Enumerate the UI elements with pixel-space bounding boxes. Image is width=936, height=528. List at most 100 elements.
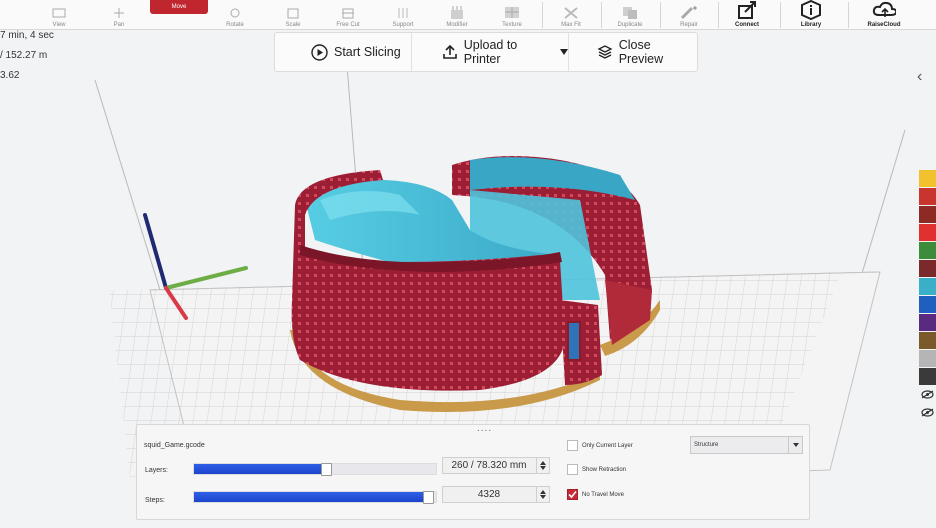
eye-hidden-icon[interactable]	[919, 386, 936, 403]
color-swatch[interactable]	[919, 278, 936, 295]
tool-scale[interactable]: Scale	[264, 0, 322, 30]
collapse-panel-chevron-icon[interactable]: ‹	[917, 68, 922, 86]
tool-free-cut[interactable]: Free Cut	[319, 0, 377, 30]
tool-move-label: Move	[171, 4, 187, 10]
filament-usage: / 152.27 m	[0, 50, 48, 61]
steps-label: Steps:	[145, 497, 165, 504]
close-preview-button[interactable]: Close Preview	[568, 33, 697, 71]
tool-free-cut-label: Free Cut	[336, 22, 360, 28]
color-swatch[interactable]	[919, 206, 936, 223]
max-fit-icon	[562, 6, 580, 20]
no-travel-move-checkbox[interactable]: No Travel Move	[567, 489, 624, 500]
color-swatch[interactable]	[919, 296, 936, 313]
start-slicing-label: Start Slicing	[334, 45, 401, 59]
color-swatch[interactable]	[919, 368, 936, 385]
tool-move[interactable]: Move	[150, 0, 208, 14]
tool-raisecloud[interactable]: RaiseCloud	[855, 0, 913, 30]
support-icon	[394, 6, 412, 20]
color-swatch[interactable]	[919, 332, 936, 349]
steps-spinbox[interactable]: 4328	[442, 486, 550, 503]
chevron-down-icon[interactable]	[560, 49, 568, 55]
close-preview-label: Close Preview	[618, 38, 664, 66]
view-mode-select[interactable]: Structure	[690, 436, 803, 454]
tool-max-fit-label: Max Fit	[561, 22, 581, 28]
tool-library[interactable]: Library	[782, 0, 840, 30]
steps-slider-fill	[194, 492, 429, 502]
toolbar-separator	[780, 2, 781, 28]
texture-icon	[503, 6, 521, 20]
chevron-down-icon[interactable]	[788, 437, 802, 453]
layers-label: Layers:	[145, 467, 168, 474]
color-swatch[interactable]	[919, 188, 936, 205]
tool-modifier-label: Modifier	[446, 22, 468, 28]
tool-max-fit[interactable]: Max Fit	[542, 0, 600, 30]
checkbox-box[interactable]	[567, 464, 578, 475]
color-swatch[interactable]	[919, 350, 936, 367]
tool-repair-label: Repair	[680, 22, 698, 28]
steps-slider-thumb[interactable]	[423, 491, 434, 504]
toolbar-separator	[848, 2, 849, 28]
checkbox-box[interactable]	[567, 489, 578, 500]
color-swatch[interactable]	[919, 170, 936, 187]
tool-rotate-label: Rotate	[226, 22, 244, 28]
tool-raisecloud-label: RaiseCloud	[867, 22, 901, 28]
tool-pan[interactable]: Pan	[90, 0, 148, 30]
layers-spinbox[interactable]: 260 / 78.320 mm	[442, 457, 550, 474]
color-swatch[interactable]	[919, 260, 936, 277]
tool-support-label: Support	[392, 22, 414, 28]
gcode-filename: squid_Game.gcode	[144, 442, 205, 449]
tool-pan-label: Pan	[113, 22, 125, 28]
checkbox-box[interactable]	[567, 440, 578, 451]
tool-connect-label: Connect	[735, 22, 759, 28]
scale-icon	[284, 6, 302, 20]
free-cut-icon	[339, 6, 357, 20]
color-swatch[interactable]	[919, 314, 936, 331]
tool-library-label: Library	[800, 22, 822, 28]
layers-value: 260 / 78.320 mm	[451, 460, 527, 471]
steps-slider[interactable]	[193, 491, 437, 504]
start-slicing-button[interactable]: Start Slicing	[275, 33, 411, 71]
tool-duplicate[interactable]: Duplicate	[601, 0, 659, 30]
spin-down-icon[interactable]	[540, 495, 546, 500]
tool-modifier[interactable]: Modifier	[428, 0, 486, 30]
connect-icon	[735, 0, 759, 20]
duplicate-icon	[621, 6, 639, 20]
tool-duplicate-label: Duplicate	[617, 22, 643, 28]
layers-icon	[597, 45, 613, 59]
steps-value: 4328	[477, 489, 501, 500]
color-swatch[interactable]	[919, 242, 936, 259]
tool-support[interactable]: Support	[374, 0, 432, 30]
color-swatch[interactable]	[919, 224, 936, 241]
play-icon	[311, 43, 328, 61]
layers-slider-fill	[194, 464, 327, 474]
spin-up-icon[interactable]	[540, 489, 546, 494]
top-toolbar: View Pan Move Rotate Scale Free Cut Supp…	[0, 0, 936, 30]
tool-texture[interactable]: Texture	[483, 0, 541, 30]
tool-connect[interactable]: Connect	[718, 0, 776, 30]
view-mode-value: Structure	[694, 442, 719, 448]
only-current-layer-label: Only Current Layer	[582, 442, 633, 449]
show-retraction-checkbox[interactable]: Show Retraction	[567, 464, 626, 475]
show-retraction-label: Show Retraction	[582, 466, 627, 473]
pan-icon	[110, 6, 128, 20]
eye-hidden-icon[interactable]	[919, 404, 936, 421]
layers-slider[interactable]	[193, 463, 437, 476]
panel-drag-handle[interactable]: ....	[477, 424, 492, 434]
modifier-icon	[448, 6, 466, 20]
print-cost: 3.62	[0, 70, 20, 81]
tool-repair[interactable]: Repair	[660, 0, 718, 30]
upload-to-printer-button[interactable]: Upload to Printer	[411, 33, 568, 71]
view-icon	[50, 6, 68, 20]
spin-down-icon[interactable]	[540, 466, 546, 471]
spin-up-icon[interactable]	[540, 460, 546, 465]
library-icon	[799, 0, 823, 20]
tool-rotate[interactable]: Rotate	[206, 0, 264, 30]
preview-control-panel: .... squid_Game.gcode Layers: 260 / 78.3…	[136, 424, 810, 520]
cloud-icon	[872, 0, 896, 20]
only-current-layer-checkbox[interactable]: Only Current Layer	[567, 440, 633, 451]
upload-to-printer-label: Upload to Printer	[463, 38, 518, 66]
upload-icon	[443, 44, 457, 59]
tool-scale-label: Scale	[285, 22, 301, 28]
layers-slider-thumb[interactable]	[321, 463, 332, 476]
tool-view-label: View	[52, 22, 66, 28]
